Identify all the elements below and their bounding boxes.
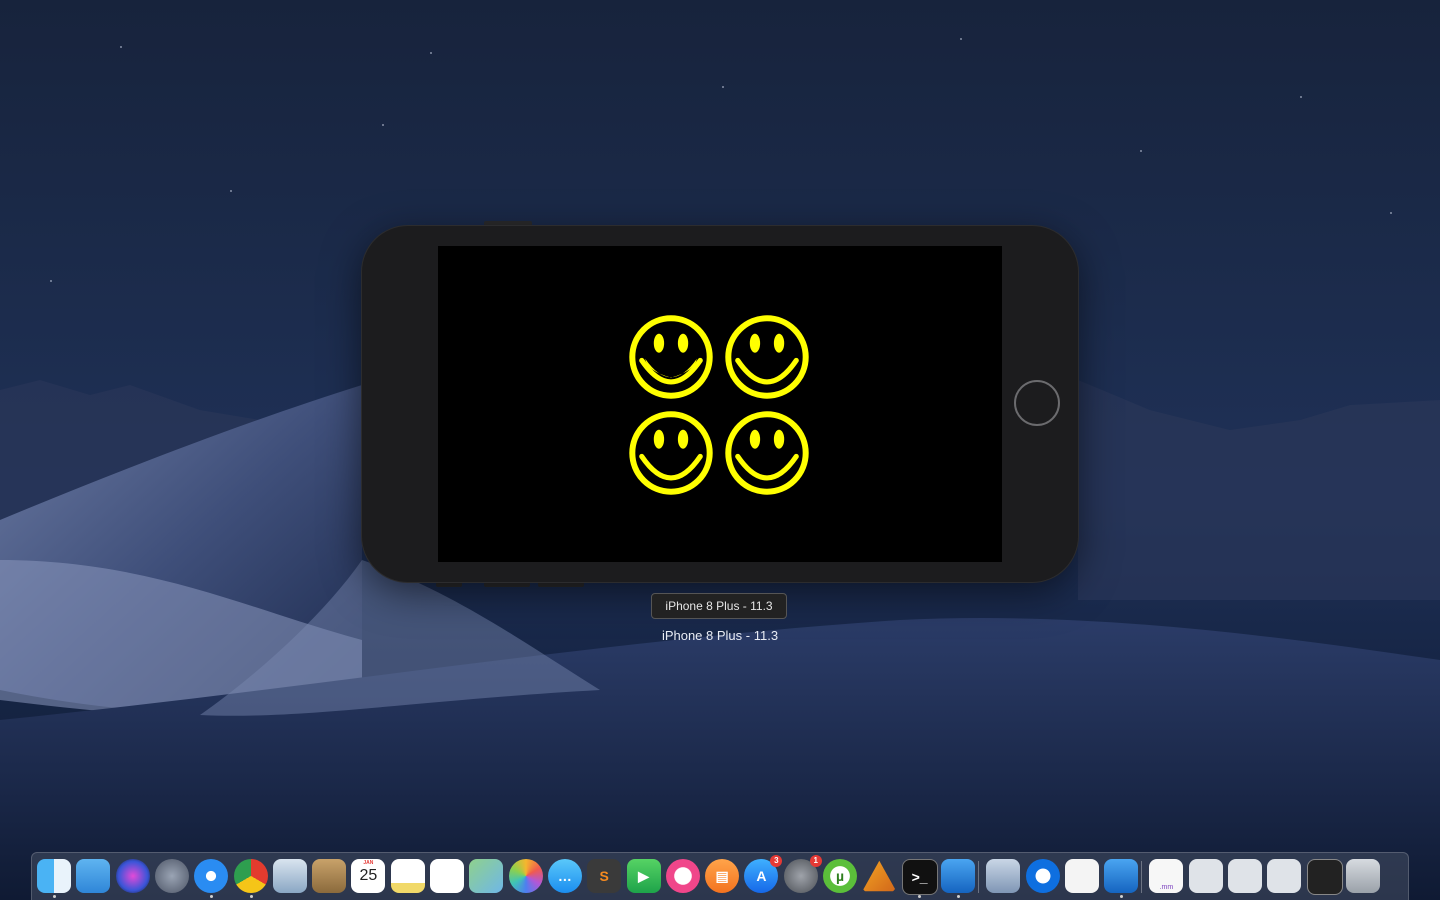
calendar-month: JAN xyxy=(363,860,374,866)
smiley-grid xyxy=(628,314,814,500)
iphone-simulator-window[interactable] xyxy=(362,221,1078,587)
dock-reminders-app[interactable] xyxy=(430,859,464,893)
device-tooltip: iPhone 8 Plus - 11.3 xyxy=(651,593,787,619)
terminal-icon: >_ xyxy=(911,869,928,885)
dock-maps-app[interactable] xyxy=(469,859,504,893)
dock-sublime-text-app[interactable]: S xyxy=(587,859,622,893)
dock-folder-app[interactable] xyxy=(76,859,111,893)
dock-safari-window-app[interactable] xyxy=(1267,859,1302,893)
dock-safari-app[interactable] xyxy=(194,859,229,893)
running-indicator xyxy=(917,895,921,898)
dock-chrome-app[interactable] xyxy=(233,859,268,893)
smiley-face-icon xyxy=(725,315,809,399)
calendar-day: 25 xyxy=(359,867,378,884)
iphone-screen[interactable] xyxy=(438,246,1002,562)
dock-facetime-app[interactable]: ▶ xyxy=(626,859,661,893)
running-indicator xyxy=(1120,895,1124,898)
dock-chrome-window-app[interactable] xyxy=(1228,859,1262,893)
dock: JAN 25 … S ▶ ♪ ▤ A 3 1 µ >_ .mm xyxy=(31,852,1409,900)
ibooks-icon: ▤ xyxy=(715,867,729,884)
dock-siri-app[interactable] xyxy=(115,859,150,893)
running-indicator xyxy=(53,895,56,898)
dock-textedit-app[interactable] xyxy=(1064,859,1099,893)
dock-xcode-app[interactable] xyxy=(940,859,975,893)
running-indicator xyxy=(210,895,214,898)
sublime-text-icon: S xyxy=(599,868,609,884)
app-store-icon: A xyxy=(756,868,767,884)
dock-chrome-window-app[interactable] xyxy=(1188,859,1223,893)
dock-terminal-window-app[interactable] xyxy=(1306,859,1343,895)
dock-photos-app[interactable] xyxy=(508,859,543,893)
dock-instruments-app[interactable] xyxy=(862,860,897,892)
smiley-face-icon xyxy=(725,411,809,495)
smiley-face-icon xyxy=(629,411,713,495)
dock-separator xyxy=(1141,861,1143,893)
volume-up-button[interactable] xyxy=(484,582,530,587)
dock-simulator-app[interactable] xyxy=(1104,859,1139,893)
dock-contacts-app[interactable] xyxy=(312,859,347,893)
dock-trash-app[interactable] xyxy=(1345,859,1380,893)
dock-itunes-app[interactable]: ♪ xyxy=(665,859,700,893)
home-button[interactable] xyxy=(1014,380,1060,426)
smiley-face-icon xyxy=(629,315,713,399)
dock-notes-app[interactable] xyxy=(390,859,425,893)
notification-badge: 3 xyxy=(770,855,783,867)
mute-switch[interactable] xyxy=(436,582,462,587)
document-extension-label: .mm xyxy=(1159,884,1174,891)
dock-mail-app[interactable] xyxy=(272,859,307,893)
dock-terminal-app[interactable]: >_ xyxy=(901,859,938,895)
dock-document-app[interactable]: .mm xyxy=(1149,859,1184,893)
dock-system-preferences-app[interactable]: 1 xyxy=(783,855,822,893)
utorrent-icon: µ xyxy=(835,868,845,884)
facetime-icon: ▶ xyxy=(638,867,649,884)
device-name-label: iPhone 8 Plus - 11.3 xyxy=(661,628,779,643)
iphone-body xyxy=(362,226,1078,582)
dock-teamviewer-app[interactable] xyxy=(1025,859,1060,893)
running-indicator xyxy=(249,895,253,898)
volume-down-button[interactable] xyxy=(538,582,584,587)
dock-finder-app[interactable] xyxy=(37,859,71,893)
dock-calendar-app[interactable]: JAN 25 xyxy=(351,859,386,893)
dock-messages-app[interactable]: … xyxy=(547,859,582,893)
dock-utorrent-app[interactable]: µ xyxy=(823,859,857,893)
dock-app-store-app[interactable]: A3 xyxy=(744,855,783,893)
messages-icon: … xyxy=(557,868,572,884)
itunes-icon: ♪ xyxy=(679,868,687,884)
dock-preview-app[interactable] xyxy=(986,859,1021,893)
notification-badge: 1 xyxy=(809,855,822,867)
dock-ibooks-app[interactable]: ▤ xyxy=(705,859,740,893)
dock-separator xyxy=(978,861,980,893)
dock-launchpad-app[interactable] xyxy=(154,859,189,893)
running-indicator xyxy=(956,895,960,898)
